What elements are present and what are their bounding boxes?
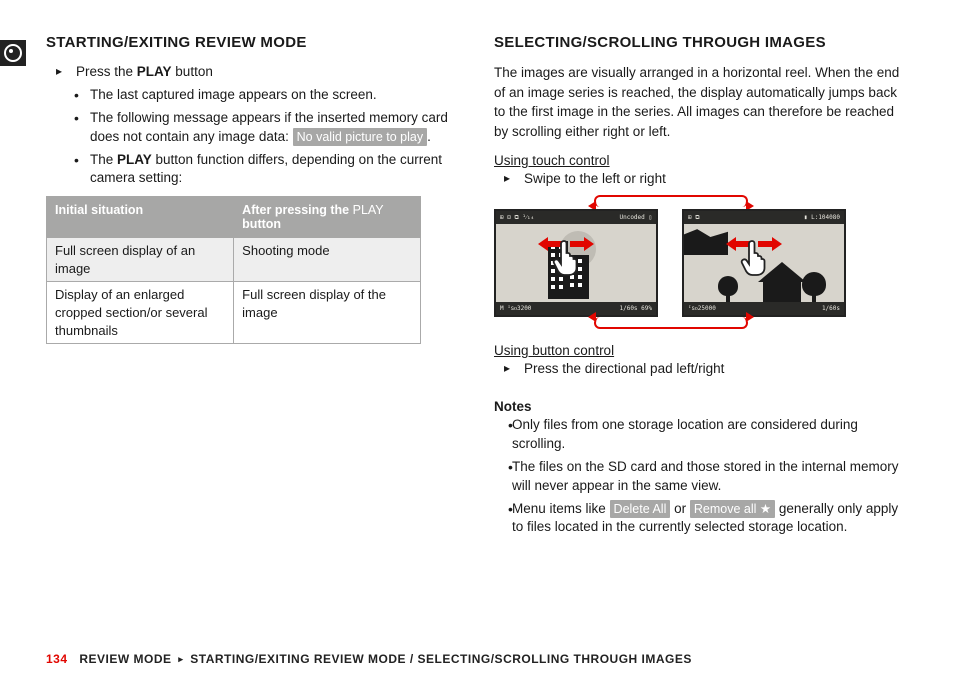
table-row: Display of an enlarged cropped section/o…: [47, 282, 421, 344]
play-button-table: Initial situation After pressing the PLA…: [46, 196, 421, 344]
review-mode-tab-icon: [0, 40, 26, 66]
note-3: Menu items like Delete All or Remove all…: [494, 500, 902, 538]
heading-starting-exiting: STARTING/EXITING REVIEW MODE: [46, 34, 454, 51]
step-dpad: Press the directional pad left/right: [494, 360, 902, 379]
swipe-illustration: ⊞ ⊡ ⧉ ¹⁄₁₄Uncoded ▯ M ᴵꜱᴏ32001/60s: [494, 197, 846, 327]
right-column: SELECTING/SCROLLING THROUGH IMAGES The i…: [494, 34, 902, 560]
intro-paragraph: The images are visually arranged in a ho…: [494, 63, 902, 141]
bullet-last-image: The last captured image appears on the s…: [60, 86, 454, 105]
chip-remove-all: Remove all ★: [690, 500, 775, 518]
heading-selecting-scrolling: SELECTING/SCROLLING THROUGH IMAGES: [494, 34, 902, 51]
step-press-play: Press the PLAY button: [46, 63, 454, 82]
page-number: 134: [46, 652, 68, 666]
page-footer: 134 REVIEW MODE ▸ STARTING/EXITING REVIE…: [0, 652, 954, 666]
step-swipe: Swipe to the left or right: [494, 170, 902, 189]
note-1: Only files from one storage location are…: [494, 416, 902, 454]
bullet-play-differs: The PLAY button function differs, depend…: [60, 151, 454, 189]
bullet-no-valid: The following message appears if the ins…: [60, 109, 454, 147]
note-2: The files on the SD card and those store…: [494, 458, 902, 496]
th-initial: Initial situation: [47, 197, 234, 238]
th-after: After pressing the PLAY button: [234, 197, 421, 238]
left-column: STARTING/EXITING REVIEW MODE Press the P…: [46, 34, 454, 560]
chip-delete-all: Delete All: [610, 500, 671, 518]
subhead-touch: Using touch control: [494, 153, 902, 168]
breadcrumb: REVIEW MODE ▸ STARTING/EXITING REVIEW MO…: [79, 652, 692, 666]
subhead-button: Using button control: [494, 343, 902, 358]
swipe-hand-icon: [552, 237, 580, 277]
swipe-hand-icon: [740, 237, 768, 277]
table-row: Full screen display of an image Shooting…: [47, 238, 421, 282]
connector-top: [594, 195, 748, 207]
connector-bottom: [594, 317, 748, 329]
notes-heading: Notes: [494, 399, 902, 414]
chip-no-valid-picture: No valid picture to play: [293, 128, 427, 146]
